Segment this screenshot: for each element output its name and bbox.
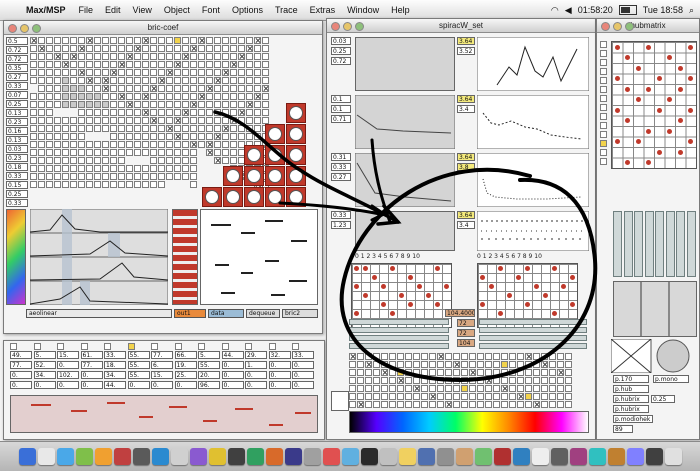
dock-app-icon[interactable] <box>94 448 112 465</box>
dock-app-icon[interactable] <box>322 448 340 465</box>
dock-app-icon[interactable] <box>379 448 397 465</box>
dock-app-icon[interactable] <box>284 448 302 465</box>
dock-app-icon[interactable] <box>360 448 378 465</box>
dock <box>0 441 700 471</box>
hand-drawn-annotation <box>213 110 598 383</box>
dock-app-icon[interactable] <box>56 448 74 465</box>
dock-app-icon[interactable] <box>246 448 264 465</box>
dock-app-icon[interactable] <box>341 448 359 465</box>
dock-app-icon[interactable] <box>474 448 492 465</box>
dock-app-icon[interactable] <box>626 448 644 465</box>
dock-app-icon[interactable] <box>265 448 283 465</box>
dock-app-icon[interactable] <box>455 448 473 465</box>
dock-app-icon[interactable] <box>170 448 188 465</box>
dock-app-icon[interactable] <box>607 448 625 465</box>
dock-app-icon[interactable] <box>664 448 682 465</box>
dock-app-icon[interactable] <box>37 448 55 465</box>
dock-app-icon[interactable] <box>550 448 568 465</box>
dock-app-icon[interactable] <box>398 448 416 465</box>
dock-app-icon[interactable] <box>436 448 454 465</box>
dock-app-icon[interactable] <box>531 448 549 465</box>
dock-app-icon[interactable] <box>493 448 511 465</box>
dock-app-icon[interactable] <box>588 448 606 465</box>
dock-app-icon[interactable] <box>512 448 530 465</box>
dock-app-icon[interactable] <box>189 448 207 465</box>
dock-app-icon[interactable] <box>18 448 36 465</box>
dock-app-icon[interactable] <box>132 448 150 465</box>
dock-app-icon[interactable] <box>75 448 93 465</box>
dock-app-icon[interactable] <box>113 448 131 465</box>
dock-app-icon[interactable] <box>645 448 663 465</box>
dock-app-icon[interactable] <box>151 448 169 465</box>
dock-app-icon[interactable] <box>208 448 226 465</box>
dock-app-icon[interactable] <box>569 448 587 465</box>
dock-app-icon[interactable] <box>303 448 321 465</box>
dock-app-icon[interactable] <box>227 448 245 465</box>
dock-app-icon[interactable] <box>417 448 435 465</box>
